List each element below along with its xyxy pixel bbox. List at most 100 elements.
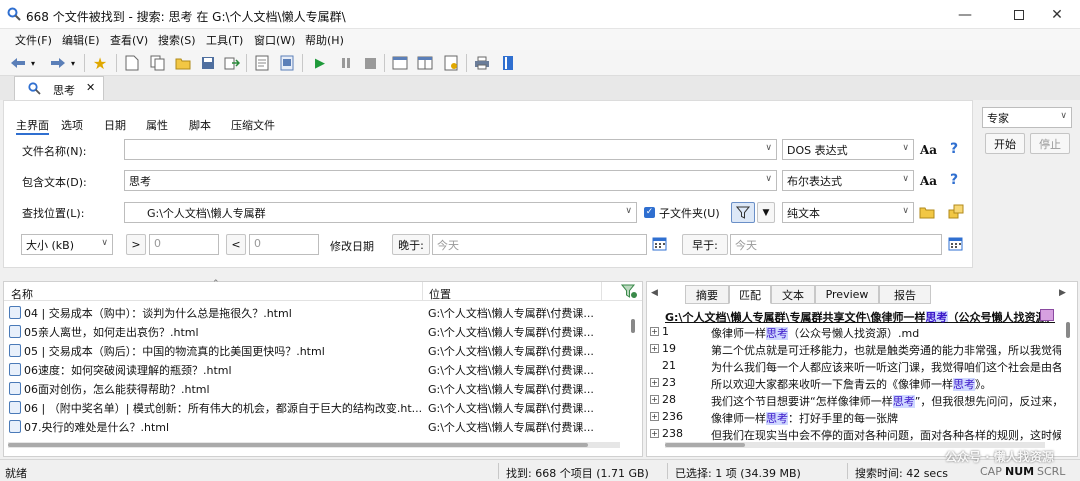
play-icon[interactable]: ▶: [310, 53, 330, 73]
match-row[interactable]: +236 像律师一样思考：打好手里的每一张牌: [647, 409, 1063, 425]
vertical-scrollbar[interactable]: [631, 319, 635, 333]
tab-script[interactable]: 脚本: [189, 117, 211, 133]
favorites-star-icon[interactable]: ★: [90, 53, 110, 73]
filter-dropdown-button[interactable]: ▼: [757, 202, 775, 223]
later-than-button[interactable]: 晚于:: [392, 234, 430, 255]
print-icon[interactable]: [472, 53, 492, 73]
size-gt-button[interactable]: >: [126, 234, 146, 255]
chevron-down-icon[interactable]: ∨: [625, 206, 632, 216]
tab-main[interactable]: 主界面: [16, 117, 49, 135]
pause-icon[interactable]: [336, 53, 356, 73]
minimize-button[interactable]: —: [942, 0, 988, 29]
vertical-scrollbar[interactable]: [1066, 322, 1070, 338]
earlier-than-input[interactable]: 今天: [730, 234, 942, 255]
help-icon[interactable]: ?: [950, 141, 958, 157]
help-icon[interactable]: ?: [950, 172, 958, 188]
match-row[interactable]: +23 所以欢迎大家都来收听一下詹青云的《像律师一样思考》。: [647, 375, 1063, 391]
new-document-icon[interactable]: [122, 53, 142, 73]
match-line-number[interactable]: 1: [662, 325, 712, 338]
filter-icon[interactable]: [621, 284, 637, 299]
result-row[interactable]: 06 | （附中奖名单）| 模式创新：所有伟大的机会，都源自于巨大的结构改变.h…: [4, 398, 629, 417]
expand-icon[interactable]: +: [650, 378, 659, 387]
size-unit-select[interactable]: 大小 (kB) ∨: [21, 234, 113, 255]
expand-icon[interactable]: +: [650, 412, 659, 421]
horizontal-scrollbar[interactable]: [8, 442, 620, 448]
result-row[interactable]: 05亲人离世，如何走出哀伤？.html G:\个人文档\懒人专属群\付费课...: [4, 322, 629, 341]
expand-icon[interactable]: +: [650, 395, 659, 404]
match-line-number[interactable]: 19: [662, 342, 712, 355]
match-line-number[interactable]: 236: [662, 410, 712, 423]
menu-edit[interactable]: 编辑(E): [62, 32, 100, 48]
later-than-input[interactable]: 今天: [432, 234, 647, 255]
chevron-down-icon[interactable]: ∨: [765, 143, 772, 153]
case-sensitive-icon[interactable]: Aa: [920, 174, 937, 188]
result-row[interactable]: 06速度：如何突破阅读理解的瓶颈？.html G:\个人文档\懒人专属群\付费课.…: [4, 360, 629, 379]
content-mode-select[interactable]: 布尔表达式 ∨: [782, 170, 914, 191]
tab-report[interactable]: 报告: [879, 285, 931, 304]
tab-summary[interactable]: 摘要: [685, 285, 729, 304]
save-icon[interactable]: [198, 53, 218, 73]
tab-archive[interactable]: 压缩文件: [231, 117, 275, 133]
forward-icon[interactable]: [48, 53, 68, 73]
subfolders-checkbox[interactable]: ✓: [644, 207, 655, 218]
report-icon[interactable]: [252, 53, 272, 73]
case-sensitive-icon[interactable]: Aa: [920, 143, 937, 157]
result-row[interactable]: 07.央行的难处是什么？.html G:\个人文档\懒人专属群\付费课...: [4, 417, 629, 436]
folder-tree-icon[interactable]: [948, 204, 964, 220]
column-name-header[interactable]: 名称: [11, 286, 33, 302]
mode-select[interactable]: 专家 ∨: [982, 107, 1072, 128]
expand-icon[interactable]: +: [650, 327, 659, 336]
tab-text[interactable]: 文本: [771, 285, 815, 304]
size-lt-input[interactable]: 0: [249, 234, 319, 255]
tab-date[interactable]: 日期: [104, 117, 126, 133]
tab-scroll-right-icon[interactable]: ▶: [1059, 288, 1066, 298]
size-gt-input[interactable]: 0: [149, 234, 219, 255]
expand-icon[interactable]: +: [650, 344, 659, 353]
match-row[interactable]: +28 我们这个节目想要讲“怎样像律师一样思考”，但我很想先问问，反过来，我: [647, 392, 1063, 408]
browse-folder-icon[interactable]: [919, 205, 935, 219]
start-button[interactable]: 开始: [985, 133, 1025, 154]
menu-search[interactable]: 搜索(S): [158, 32, 196, 48]
back-dropdown-icon[interactable]: ▾: [28, 53, 38, 73]
calendar-icon[interactable]: [652, 236, 667, 251]
tab-attributes[interactable]: 属性: [146, 117, 168, 133]
result-row[interactable]: 06面对创伤，怎么能获得帮助？.html G:\个人文档\懒人专属群\付费课...: [4, 379, 629, 398]
filename-input[interactable]: ∨: [124, 139, 777, 160]
column-location-header[interactable]: 位置: [429, 286, 451, 302]
menu-file[interactable]: 文件(F): [15, 32, 52, 48]
menu-help[interactable]: 帮助(H): [305, 32, 344, 48]
forward-dropdown-icon[interactable]: ▾: [68, 53, 78, 73]
match-row[interactable]: 21 为什么我们每一个人都应该来听一听这门课，我觉得咱们这个社会是由各种: [647, 358, 1063, 374]
calendar-icon[interactable]: [948, 236, 963, 251]
location-input[interactable]: G:\个人文档\懒人专属群 ∨: [124, 202, 637, 223]
filename-mode-select[interactable]: DOS 表达式 ∨: [782, 139, 914, 160]
result-row[interactable]: 05 | 交易成本（购后）：中国的物流真的比美国更快吗？.html G:\个人文档…: [4, 341, 629, 360]
earlier-than-button[interactable]: 早于:: [682, 234, 728, 255]
content-input[interactable]: 思考 ∨: [124, 170, 777, 191]
copy-document-icon[interactable]: [148, 53, 168, 73]
properties-icon[interactable]: [441, 53, 461, 73]
match-row[interactable]: +19 第二个优点就是可迁移能力，也就是触类旁通的能力非常强，所以我觉得她: [647, 341, 1063, 357]
stop-icon[interactable]: [360, 53, 380, 73]
match-line-number[interactable]: 23: [662, 376, 712, 389]
open-folder-icon[interactable]: [173, 53, 193, 73]
size-lt-button[interactable]: <: [226, 234, 246, 255]
chevron-down-icon[interactable]: ∨: [765, 174, 772, 184]
layout-split-icon[interactable]: [415, 53, 435, 73]
stop-button[interactable]: 停止: [1030, 133, 1070, 154]
menu-view[interactable]: 查看(V): [110, 32, 148, 48]
tab-preview[interactable]: Preview: [815, 285, 879, 304]
close-tab-icon[interactable]: ✕: [86, 81, 95, 94]
menu-window[interactable]: 窗口(W): [254, 32, 295, 48]
report-view-icon[interactable]: [277, 53, 297, 73]
filetype-select[interactable]: 纯文本 ∨: [782, 202, 914, 223]
export-icon[interactable]: [222, 53, 242, 73]
result-row[interactable]: 04 | 交易成本（购中）：谈判为什么总是拖很久？.html G:\个人文档\懒人…: [4, 303, 629, 322]
match-row[interactable]: +1 像律师一样思考（公众号懒人找资源）.md: [647, 324, 1063, 340]
match-row[interactable]: +238 但我们在现实当中会不停的面对各种问题，面对各种各样的规则，这时候就: [647, 426, 1063, 442]
match-line-number[interactable]: 238: [662, 427, 712, 440]
tab-scroll-left-icon[interactable]: ◀: [651, 288, 658, 298]
tab-search[interactable]: 思考 ✕: [14, 76, 104, 100]
filter-button[interactable]: [731, 202, 755, 223]
tab-matches[interactable]: 匹配: [729, 285, 771, 304]
